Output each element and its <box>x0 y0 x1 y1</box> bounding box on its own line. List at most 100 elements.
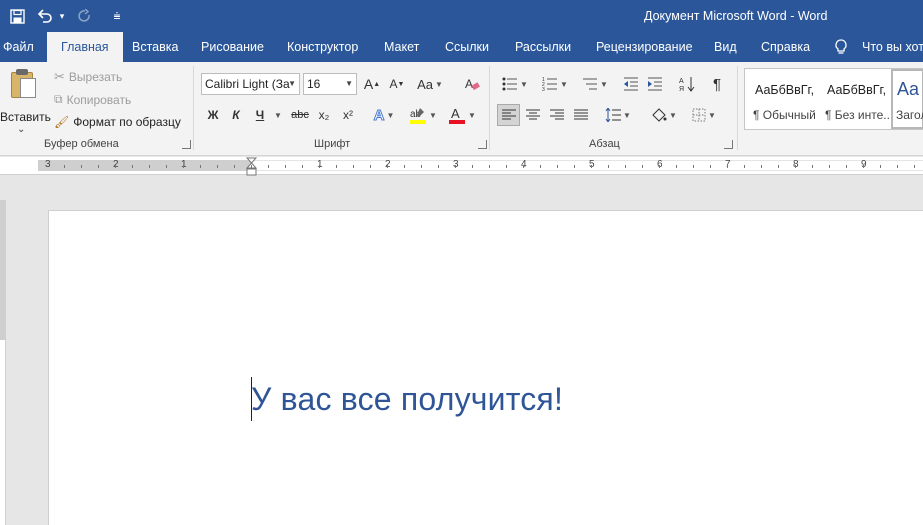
vertical-ruler-margin <box>0 200 6 340</box>
ruler-tick <box>421 165 422 168</box>
align-left-button[interactable] <box>497 104 520 126</box>
paste-button[interactable]: Вставить ⌄ <box>0 68 51 135</box>
bullets-button[interactable]: ▼ <box>498 73 532 95</box>
tell-me-box[interactable]: Что вы хот <box>834 32 923 62</box>
tab-design[interactable]: Конструктор <box>287 32 358 62</box>
lightbulb-icon <box>835 39 847 54</box>
paragraph-launcher-icon[interactable] <box>724 140 733 149</box>
undo-button[interactable] <box>34 0 56 32</box>
paint-bucket-icon <box>652 108 667 122</box>
ribbon: Вставить ⌄ ✂ Вырезать ⧉ Копировать 🖌 Фор… <box>0 62 923 156</box>
ruler-tick <box>846 165 847 168</box>
ruler-tick <box>489 165 490 168</box>
svg-text:3: 3 <box>542 87 545 91</box>
subscript-button[interactable]: x₂ <box>314 104 334 126</box>
quick-access-toolbar: ▾ ⩧ <box>0 0 132 32</box>
align-right-icon <box>550 109 564 120</box>
undo-icon <box>37 9 52 23</box>
copy-button[interactable]: ⧉ Копировать <box>54 92 131 107</box>
ruler-number: 3 <box>45 159 51 170</box>
font-size-value: 16 <box>307 77 321 91</box>
document-heading-text[interactable]: У вас все получится! <box>251 381 563 418</box>
save-icon <box>9 8 25 24</box>
multilevel-list-button[interactable]: ▼ <box>578 73 612 95</box>
ruler-tick <box>676 165 677 168</box>
font-name-combo[interactable]: Calibri Light (За ▼ <box>201 73 300 95</box>
tab-layout[interactable]: Макет <box>384 32 419 62</box>
ruler-tick <box>387 165 388 168</box>
decrease-indent-button[interactable] <box>621 73 641 95</box>
text-effects-button[interactable]: A ▼ <box>369 104 399 126</box>
grow-font-button[interactable]: A ▲ <box>362 73 382 95</box>
highlight-button[interactable]: ab ▼ <box>406 104 440 126</box>
ruler-tick <box>200 165 201 168</box>
style-preview: Aa <box>897 79 920 99</box>
italic-button[interactable]: К <box>226 104 246 126</box>
strikethrough-button[interactable]: abc <box>289 104 311 126</box>
align-right-button[interactable] <box>547 104 567 126</box>
chevron-down-icon: ▼ <box>288 79 296 88</box>
ruler-tick <box>132 165 133 168</box>
style-heading-1[interactable]: Aa Загол <box>891 69 923 129</box>
clear-formatting-icon: A <box>465 77 480 91</box>
style-no-spacing[interactable]: АаБбВвГг, ¶ Без инте... <box>819 69 893 129</box>
ruler-margin <box>38 160 251 171</box>
horizontal-ruler[interactable]: 3 2 1 1 2 3 4 5 6 7 8 9 <box>0 157 923 176</box>
clipboard-launcher-icon[interactable] <box>182 140 191 149</box>
numbering-button[interactable]: 1 2 3 ▼ <box>538 73 572 95</box>
ruler-tick <box>98 165 99 168</box>
group-divider <box>193 66 194 150</box>
format-painter-button[interactable]: 🖌 Формат по образцу <box>54 115 181 129</box>
save-button[interactable] <box>0 0 34 32</box>
tab-help[interactable]: Справка <box>761 32 810 62</box>
bold-button[interactable]: Ж <box>203 104 223 126</box>
style-normal[interactable]: АаБбВвГг, ¶ Обычный <box>747 69 819 129</box>
ruler-tick <box>115 165 116 168</box>
shrink-font-button[interactable]: A ▼ <box>387 73 407 95</box>
font-color-button[interactable]: A ▼ <box>445 104 479 126</box>
clear-formatting-button[interactable]: A <box>461 73 483 95</box>
tab-references[interactable]: Ссылки <box>445 32 489 62</box>
change-case-button[interactable]: Aa ▼ <box>414 73 446 95</box>
document-page[interactable]: У вас все получится! <box>48 210 923 525</box>
tab-review[interactable]: Рецензирование <box>596 32 693 62</box>
tab-file[interactable]: Файл <box>3 32 34 62</box>
sort-button[interactable]: A Я <box>677 73 697 95</box>
scissors-icon: ✂ <box>54 69 65 84</box>
ribbon-tabs: Файл Главная Вставка Рисование Конструкт… <box>0 32 923 62</box>
change-case-icon: Aa <box>417 76 433 92</box>
ruler-tick <box>506 165 507 168</box>
font-launcher-icon[interactable] <box>478 140 487 149</box>
shading-button[interactable]: ▼ <box>647 104 681 126</box>
ruler-tick <box>608 165 609 168</box>
customize-qat-icon[interactable]: ⩧ <box>102 0 132 32</box>
tab-insert[interactable]: Вставка <box>132 32 178 62</box>
tab-home[interactable]: Главная <box>47 32 123 62</box>
vertical-ruler[interactable] <box>0 200 6 525</box>
show-marks-button[interactable]: ¶ <box>707 73 727 95</box>
ruler-tick <box>914 165 915 168</box>
align-center-button[interactable] <box>523 104 543 126</box>
style-preview: АаБбВвГг, <box>755 83 815 97</box>
chevron-down-icon: ▼ <box>345 79 353 88</box>
underline-button[interactable]: Ч <box>250 104 270 126</box>
ruler-tick <box>744 165 745 168</box>
increase-indent-button[interactable] <box>645 73 665 95</box>
align-left-icon <box>501 109 516 120</box>
cut-button[interactable]: ✂ Вырезать <box>54 69 122 85</box>
borders-icon <box>692 108 706 122</box>
justify-icon <box>574 109 588 120</box>
tab-view[interactable]: Вид <box>714 32 737 62</box>
tab-mailings[interactable]: Рассылки <box>515 32 571 62</box>
tab-draw[interactable]: Рисование <box>201 32 264 62</box>
ruler-tick <box>234 165 235 168</box>
borders-button[interactable]: ▼ <box>687 104 721 126</box>
font-size-combo[interactable]: 16 ▼ <box>303 73 357 95</box>
redo-button[interactable] <box>68 0 102 32</box>
underline-dropdown[interactable]: ▼ <box>271 104 283 126</box>
justify-button[interactable] <box>571 104 591 126</box>
superscript-button[interactable]: x² <box>338 104 358 126</box>
ruler-tick <box>540 165 541 168</box>
undo-dropdown[interactable]: ▾ <box>56 0 68 32</box>
line-spacing-button[interactable]: ▼ <box>603 104 633 126</box>
